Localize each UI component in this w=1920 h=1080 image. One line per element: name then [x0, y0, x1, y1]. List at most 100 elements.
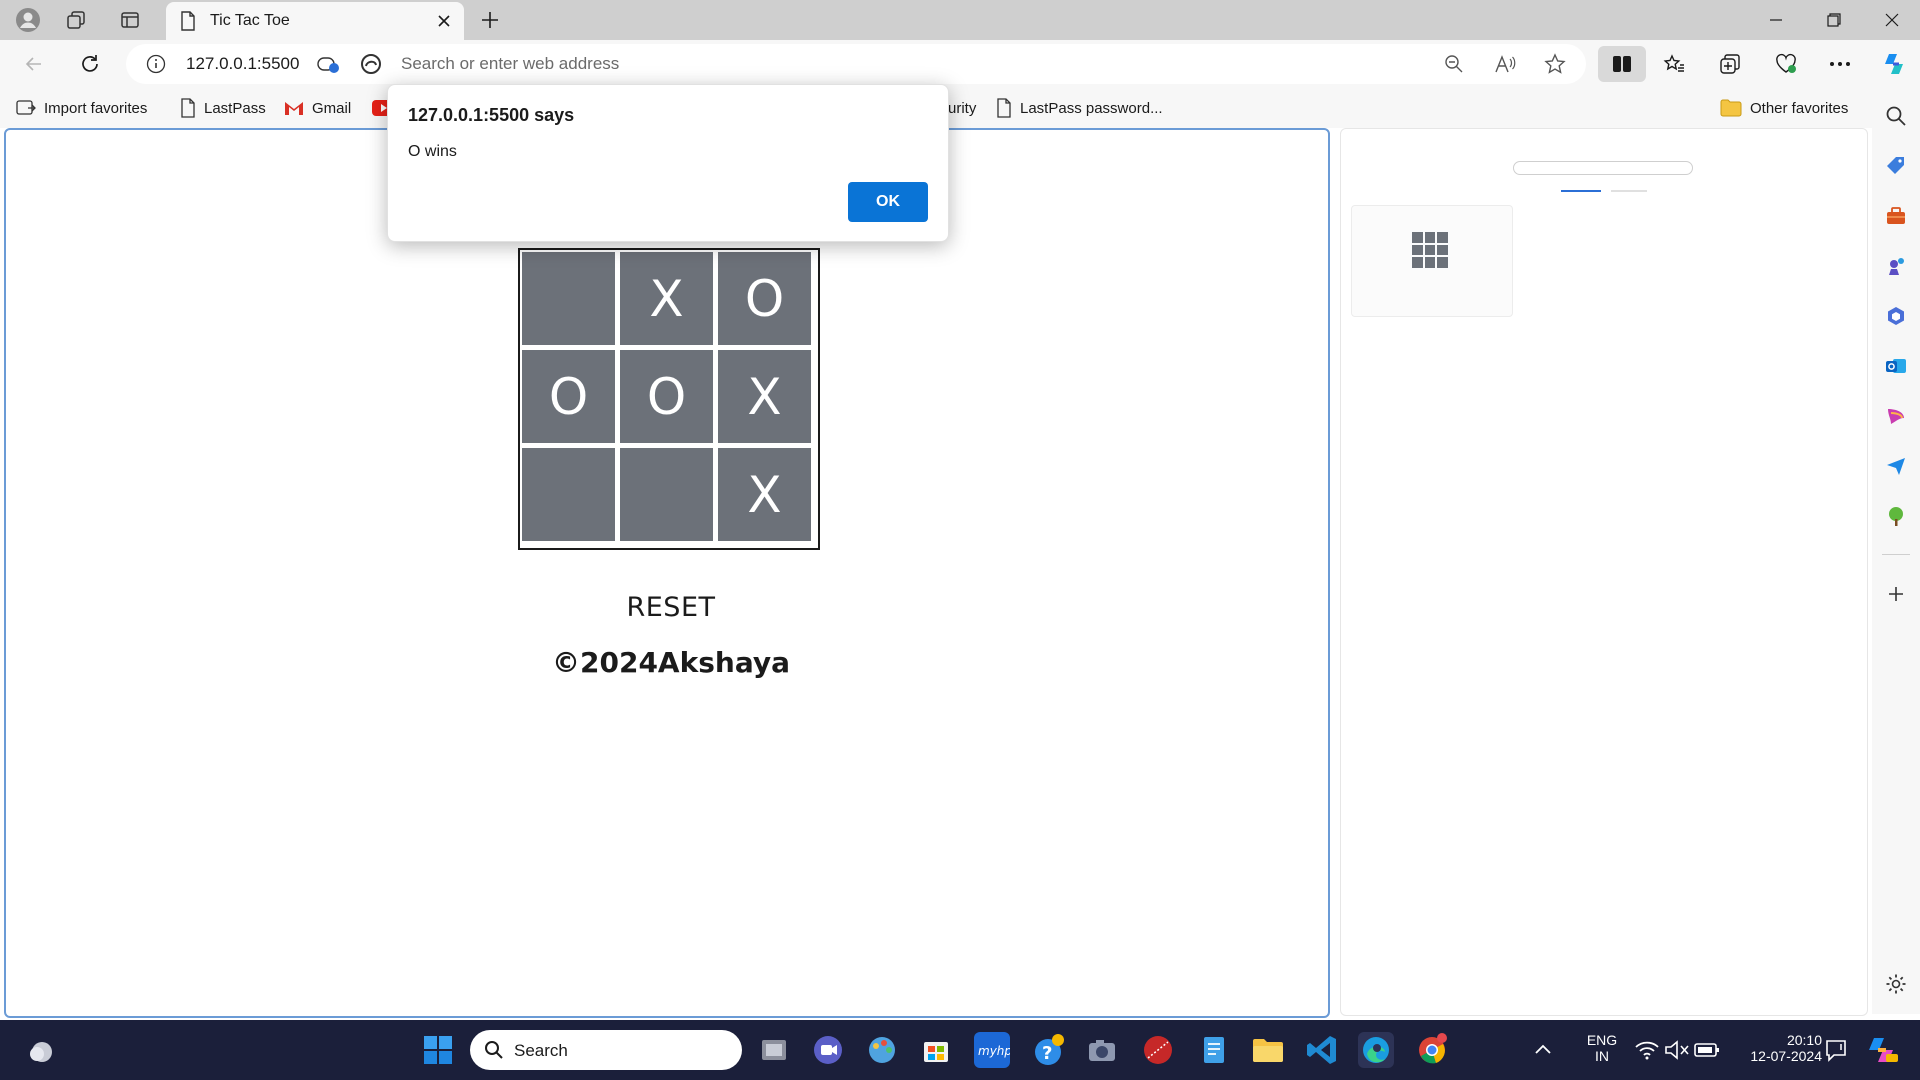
file-explorer-icon[interactable]	[1250, 1032, 1286, 1068]
tab-thumbnail[interactable]	[1351, 205, 1513, 317]
board-cell[interactable]: O	[718, 252, 811, 345]
copilot-taskbar-icon[interactable]	[1864, 1032, 1900, 1068]
board-cell[interactable]: X	[718, 350, 811, 443]
tab-strip: Tic Tac Toe	[0, 0, 1920, 40]
search-engine-icon[interactable]	[360, 53, 382, 75]
workspaces-icon[interactable]	[62, 6, 90, 34]
gear-icon[interactable]	[1880, 968, 1912, 1000]
tree-icon[interactable]	[1880, 500, 1912, 532]
favorite-label: urity	[948, 99, 977, 117]
site-info-icon[interactable]	[146, 54, 166, 74]
import-icon	[16, 99, 36, 117]
page-icon	[180, 98, 196, 118]
board-cell[interactable]	[620, 448, 713, 541]
favorite-import[interactable]: Import favorites	[16, 96, 147, 120]
favorites-bar: Import favorites LastPass Gmail urity La…	[0, 88, 1920, 128]
paint-icon[interactable]	[864, 1032, 900, 1068]
clock-time: 20:10	[1786, 1032, 1822, 1048]
new-tab-divider	[1611, 190, 1647, 192]
ok-button[interactable]: OK	[848, 182, 928, 222]
camera-icon[interactable]	[1084, 1032, 1120, 1068]
new-tab-search-box[interactable]	[1513, 161, 1693, 175]
shopping-icon[interactable]	[1880, 150, 1912, 182]
back-icon[interactable]	[18, 48, 50, 80]
wifi-icon[interactable]	[1632, 1032, 1662, 1068]
navigation-bar: 127.0.0.1:5500 Search or enter web addre…	[0, 40, 1920, 88]
clock[interactable]: 20:10 12-07-2024	[1738, 1032, 1822, 1064]
profile-icon[interactable]	[14, 6, 42, 34]
settings-more-icon[interactable]	[1824, 48, 1856, 80]
page-icon	[180, 11, 196, 31]
new-tab-icon[interactable]	[476, 6, 504, 34]
outlook-icon[interactable]	[1880, 350, 1912, 382]
tab-actions-icon[interactable]	[116, 6, 144, 34]
taskbar-search-input[interactable]: Search	[470, 1030, 742, 1070]
board-cell[interactable]: X	[620, 252, 713, 345]
send-icon[interactable]	[1880, 450, 1912, 482]
reset-button[interactable]: RESET	[566, 592, 776, 623]
help-icon[interactable]: ?	[1030, 1032, 1066, 1068]
taskbar: Search myhp ? ENG IN 20:10 12-07-2024	[0, 1020, 1920, 1080]
address-bar[interactable]: 127.0.0.1:5500 Search or enter web addre…	[126, 44, 1586, 84]
favorite-label: Import favorites	[44, 99, 148, 117]
chevron-up-icon[interactable]	[1528, 1032, 1558, 1068]
board-cell[interactable]	[522, 448, 615, 541]
language-indicator[interactable]: ENG IN	[1574, 1032, 1630, 1064]
zoom-icon[interactable]	[1444, 54, 1464, 74]
region-label: IN	[1595, 1048, 1609, 1064]
tools-icon[interactable]	[1880, 200, 1912, 232]
microsoft-store-icon[interactable]	[918, 1032, 954, 1068]
task-view-icon[interactable]	[756, 1032, 792, 1068]
refresh-icon[interactable]	[74, 48, 106, 80]
clock-date: 12-07-2024	[1750, 1048, 1822, 1064]
designer-icon[interactable]	[1880, 400, 1912, 432]
board-cell[interactable]	[522, 252, 615, 345]
split-screen-pane[interactable]	[1340, 128, 1868, 1016]
favorites-icon[interactable]	[1658, 48, 1690, 80]
browser-essentials-icon[interactable]	[1770, 48, 1802, 80]
games-icon[interactable]	[1880, 250, 1912, 282]
myhp-icon[interactable]: myhp	[974, 1032, 1010, 1068]
other-favorites[interactable]: Other favorites	[1720, 96, 1848, 120]
collections-icon[interactable]	[1714, 48, 1746, 80]
muted-speaker-icon[interactable]	[1662, 1032, 1692, 1068]
tab-tic-tac-toe[interactable]: Tic Tac Toe	[166, 2, 464, 40]
read-aloud-icon[interactable]	[1494, 54, 1516, 74]
board-cell[interactable]: O	[620, 350, 713, 443]
favorite-gmail[interactable]: Gmail	[284, 96, 351, 120]
chrome-icon[interactable]	[1414, 1032, 1450, 1068]
weather-icon[interactable]	[24, 1032, 60, 1068]
edge-sidebar	[1872, 88, 1920, 1014]
language-label: ENG	[1586, 1032, 1618, 1048]
other-favorites-label: Other favorites	[1750, 99, 1849, 117]
vscode-icon[interactable]	[1304, 1032, 1340, 1068]
favorite-security[interactable]: urity	[948, 96, 976, 120]
search-icon[interactable]	[1880, 100, 1912, 132]
minimize-icon[interactable]	[1748, 0, 1804, 40]
close-tab-icon[interactable]	[434, 11, 454, 31]
microsoft-365-icon[interactable]	[1880, 300, 1912, 332]
close-window-icon[interactable]	[1864, 0, 1920, 40]
favorite-label: Gmail	[312, 99, 352, 117]
game-board: X O O O X X	[518, 248, 820, 550]
teams-meet-icon[interactable]	[810, 1032, 846, 1068]
favorite-star-icon[interactable]	[1544, 53, 1566, 75]
add-icon[interactable]	[1880, 578, 1912, 610]
favorite-lastpass[interactable]: LastPass	[180, 96, 266, 120]
footer-copyright: ©2024Akshaya	[552, 646, 790, 679]
split-screen-icon[interactable]	[1598, 46, 1646, 82]
url-text[interactable]: 127.0.0.1:5500	[186, 54, 299, 74]
notepad-icon[interactable]	[1196, 1032, 1232, 1068]
tracking-prevention-icon[interactable]	[316, 54, 340, 74]
board-cell[interactable]: O	[522, 350, 615, 443]
restore-icon[interactable]	[1806, 0, 1862, 40]
focus-assist-icon[interactable]	[1822, 1032, 1852, 1068]
board-cell[interactable]: X	[718, 448, 811, 541]
windows-start-icon[interactable]	[420, 1032, 456, 1068]
cricket-icon[interactable]	[1140, 1032, 1176, 1068]
edge-icon[interactable]	[1358, 1032, 1394, 1068]
favorite-lastpass-password[interactable]: LastPass password...	[996, 96, 1163, 120]
copilot-icon[interactable]	[1878, 48, 1910, 80]
battery-icon[interactable]	[1692, 1032, 1722, 1068]
tab-title: Tic Tac Toe	[210, 12, 290, 29]
